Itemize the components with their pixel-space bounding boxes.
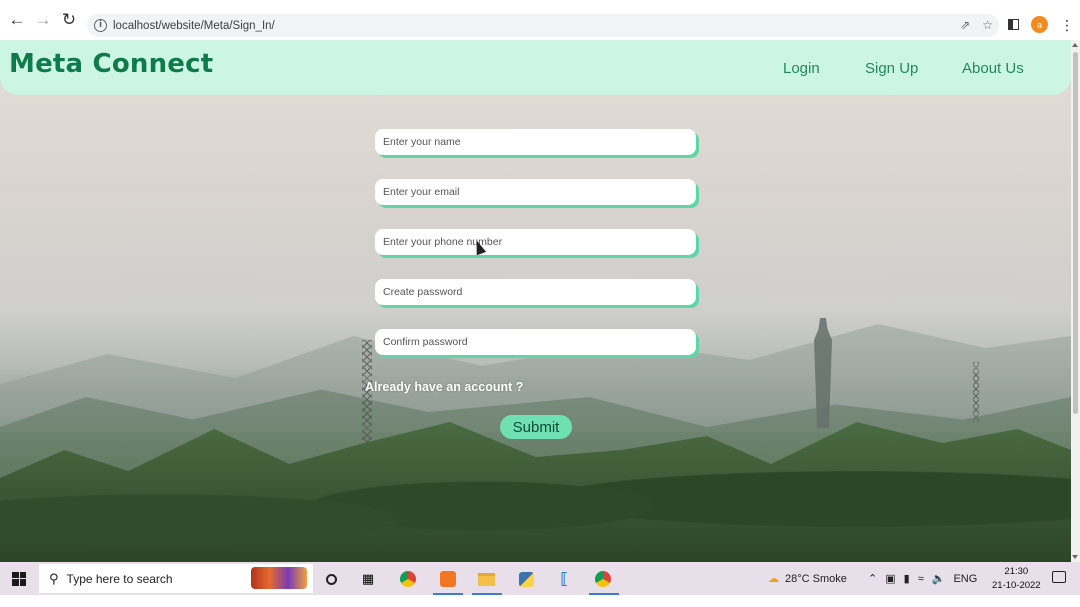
taskbar-clock[interactable]: 21:30 21-10-2022 [992,565,1041,593]
email-input[interactable] [375,179,696,205]
clock-time: 21:30 [1004,566,1029,577]
meet-icon[interactable]: ▣ [885,572,895,585]
address-bar-url[interactable]: localhost/website/Meta/Sign_In/ [113,20,275,32]
reload-icon[interactable]: ↻ [57,8,81,32]
name-input[interactable] [375,129,696,155]
share-icon[interactable]: ⇗ [960,18,970,32]
file-explorer-icon[interactable] [477,570,495,588]
scroll-down-arrow-icon[interactable] [1072,555,1078,559]
system-tray: ⌃ ▣ ▮ ≈ 🔈 ENG [868,562,977,595]
scroll-up-arrow-icon[interactable] [1072,43,1078,47]
password-field [375,279,696,305]
menu-kebab-icon[interactable]: ⋮ [1060,18,1074,32]
submit-button[interactable]: Submit [500,415,572,439]
profile-avatar[interactable]: a [1031,16,1048,33]
address-bar[interactable]: i localhost/website/Meta/Sign_In/ ⇗ ☆ [87,14,999,37]
chrome-profile-icon[interactable] [594,570,612,588]
create-password-input[interactable] [375,279,696,305]
taskbar-search-placeholder: Type here to search [66,571,173,586]
confirm-password-input[interactable] [375,329,696,355]
search-highlight-image [251,567,307,589]
nav-signup-link[interactable]: Sign Up [865,60,918,77]
confirm-password-field [375,329,696,355]
scroll-thumb[interactable] [1073,52,1078,414]
phone-field [375,229,696,255]
wifi-icon[interactable]: ≈ [918,573,924,585]
cortana-icon[interactable] [322,570,340,588]
side-panel-icon[interactable] [1008,19,1019,30]
name-field [375,129,696,155]
bookmark-star-icon[interactable]: ☆ [982,18,993,32]
task-view-icon[interactable]: ▦ [359,570,377,588]
windows-start-icon[interactable] [12,571,26,586]
weather-icon: ☁ [768,573,779,585]
nav-about-link[interactable]: About Us [962,60,1024,77]
browser-toolbar: ← → ↻ i localhost/website/Meta/Sign_In/ … [0,0,1080,40]
screen-bottom-edge [0,595,1080,607]
nav-login-link[interactable]: Login [783,60,820,77]
volume-icon[interactable]: 🔈 [932,572,946,585]
forward-arrow-icon[interactable]: → [31,8,55,32]
taskbar-search-box[interactable]: ⚲ Type here to search [39,564,313,593]
weather-widget[interactable]: ☁ 28°C Smoke [768,562,847,595]
search-icon: ⚲ [49,570,59,586]
xampp-icon[interactable] [439,570,457,588]
chrome-icon[interactable] [399,570,417,588]
background-tower [973,362,979,422]
already-have-account-link[interactable]: Already have an account ? [365,380,523,394]
windows-taskbar: ⚲ Type here to search ▦ ⟦ ☁ 28°C Smoke ⌃… [0,562,1080,595]
chevron-up-icon[interactable]: ⌃ [868,572,877,585]
site-navbar: Meta Connect Login Sign Up About Us [0,40,1071,95]
weather-text: 28°C Smoke [785,572,847,585]
python-icon[interactable] [517,570,535,588]
clock-date: 21-10-2022 [992,580,1041,591]
page-scrollbar[interactable] [1071,40,1080,562]
site-info-icon[interactable]: i [94,19,107,32]
email-field [375,179,696,205]
site-brand[interactable]: Meta Connect [9,49,213,79]
page-viewport: Meta Connect Login Sign Up About Us Alre… [0,40,1071,562]
phone-input[interactable] [375,229,696,255]
battery-icon[interactable]: ▮ [904,572,910,585]
vscode-icon[interactable]: ⟦ [555,570,573,588]
notification-icon[interactable] [1052,571,1066,583]
back-arrow-icon[interactable]: ← [5,8,29,32]
language-indicator[interactable]: ENG [953,573,977,585]
